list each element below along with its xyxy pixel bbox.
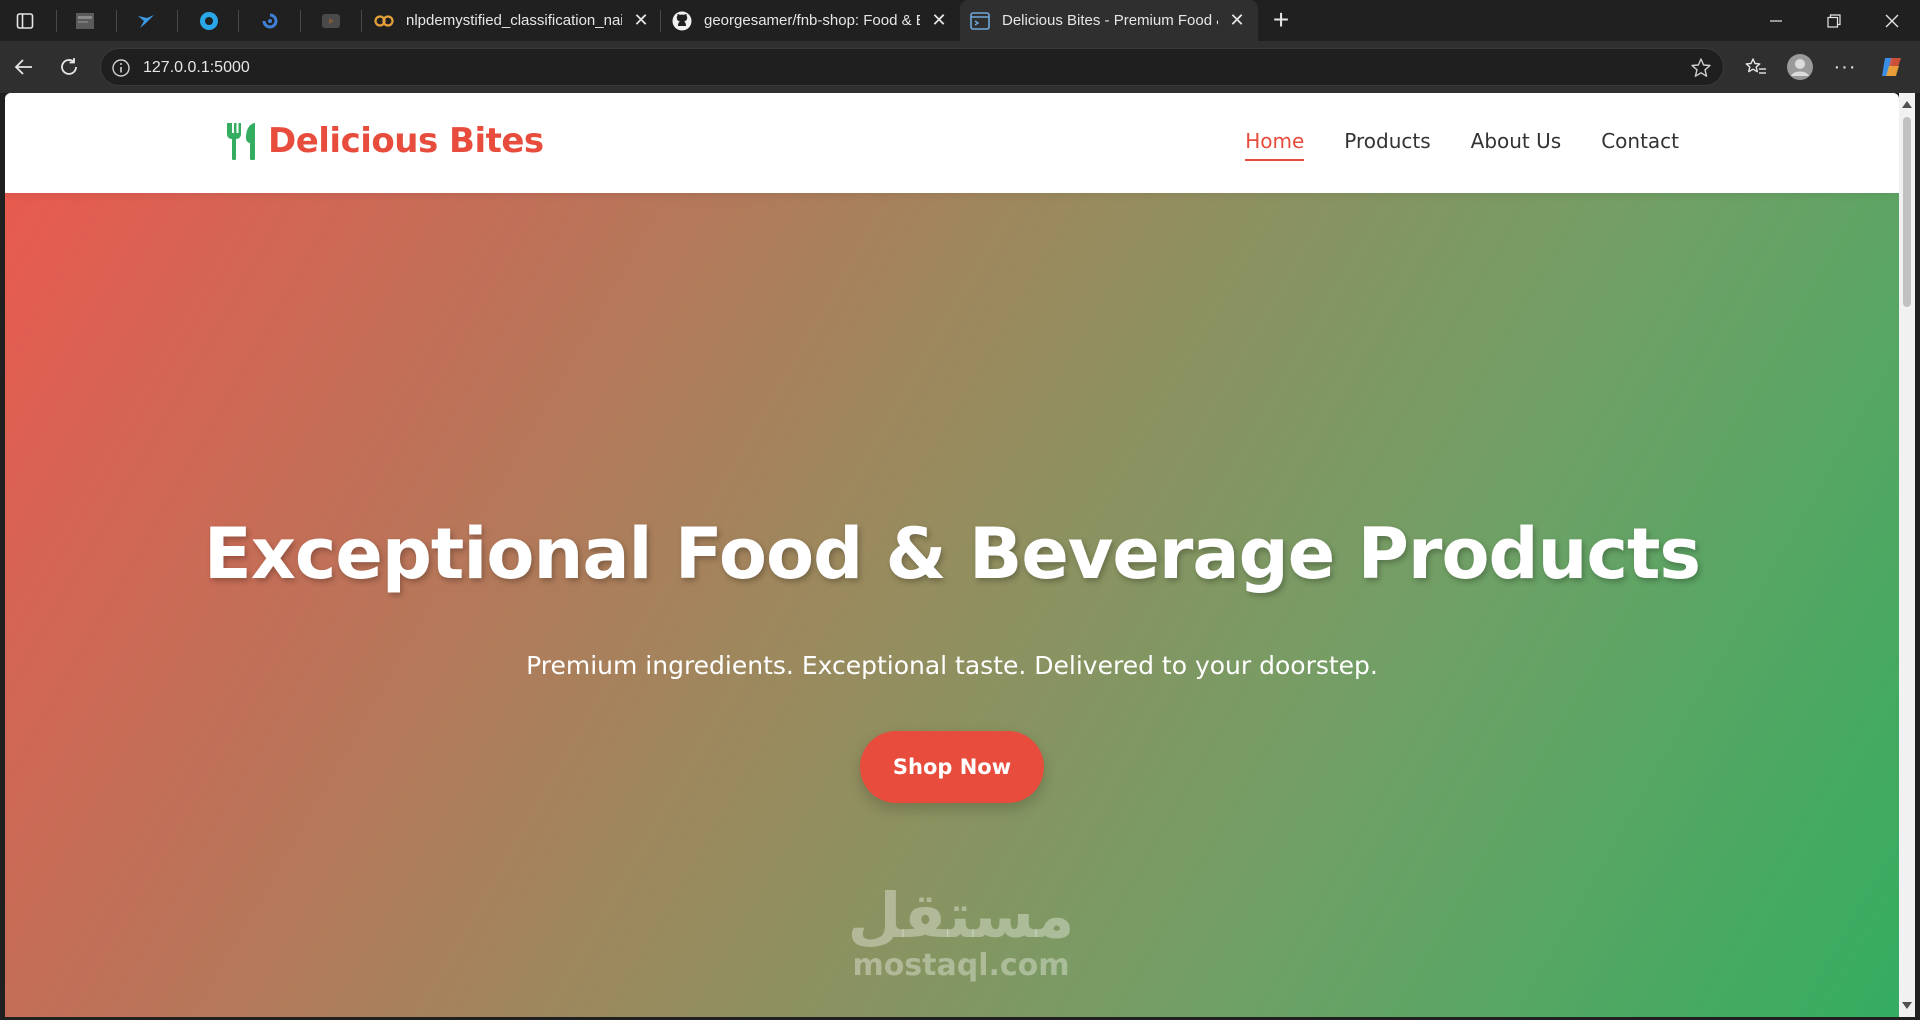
page-icon bbox=[970, 11, 990, 31]
page-viewport: Delicious Bites Home Products About Us C… bbox=[5, 93, 1899, 1017]
close-tab-icon[interactable]: ✕ bbox=[1226, 10, 1248, 32]
scrollbar-thumb[interactable] bbox=[1903, 117, 1911, 307]
watermark-latin: mostaql.com bbox=[852, 948, 1070, 983]
nav-products[interactable]: Products bbox=[1344, 129, 1430, 161]
copilot-icon[interactable] bbox=[1876, 51, 1908, 83]
circle-app-icon[interactable] bbox=[196, 8, 222, 34]
url-text: 127.0.0.1:5000 bbox=[143, 59, 250, 76]
hero-title: Exceptional Food & Beverage Products bbox=[203, 513, 1701, 595]
nav-contact[interactable]: Contact bbox=[1601, 129, 1679, 161]
video-app-icon[interactable] bbox=[318, 8, 344, 34]
sidebar-toggle-icon[interactable] bbox=[12, 8, 38, 34]
close-window-icon[interactable] bbox=[1864, 0, 1920, 41]
tab-colab[interactable]: nlpdemystified_classification_naiv ✕ bbox=[368, 0, 658, 41]
hero-section: Exceptional Food & Beverage Products Pre… bbox=[5, 193, 1899, 1017]
scroll-down-icon[interactable] bbox=[1902, 1002, 1912, 1009]
pinned-tab-icon[interactable] bbox=[72, 8, 98, 34]
utensils-icon bbox=[224, 121, 260, 161]
nav-home[interactable]: Home bbox=[1245, 129, 1305, 161]
brand-name: Delicious Bites bbox=[268, 121, 544, 161]
close-tab-icon[interactable]: ✕ bbox=[630, 10, 652, 32]
address-bar[interactable]: 127.0.0.1:5000 bbox=[100, 48, 1724, 86]
site-logo[interactable]: Delicious Bites bbox=[224, 121, 544, 161]
new-tab-button[interactable]: + bbox=[1267, 6, 1295, 35]
github-icon bbox=[672, 11, 692, 31]
favorite-star-icon[interactable] bbox=[1689, 56, 1713, 80]
main-nav: Home Products About Us Contact bbox=[1245, 129, 1679, 161]
profile-avatar-icon[interactable] bbox=[1784, 51, 1816, 83]
scroll-up-icon[interactable] bbox=[1902, 101, 1912, 108]
refresh-icon[interactable] bbox=[53, 51, 85, 83]
minimize-icon[interactable] bbox=[1748, 0, 1804, 41]
browser-toolbar: 127.0.0.1:5000 ··· bbox=[0, 41, 1920, 93]
tab-github[interactable]: georgesamer/fnb-shop: Food & B ✕ bbox=[666, 0, 956, 41]
nav-about[interactable]: About Us bbox=[1471, 129, 1562, 161]
favorites-icon[interactable] bbox=[1740, 51, 1772, 83]
swirl-app-icon[interactable] bbox=[257, 8, 283, 34]
more-options-icon[interactable]: ··· bbox=[1829, 51, 1861, 83]
watermark-arabic: مستقل bbox=[847, 879, 1075, 952]
tab-title: georgesamer/fnb-shop: Food & B bbox=[704, 12, 920, 29]
back-icon[interactable] bbox=[8, 51, 40, 83]
browser-tab-bar: nlpdemystified_classification_naiv ✕ geo… bbox=[0, 0, 1920, 41]
page-scrollbar[interactable] bbox=[1899, 93, 1915, 1017]
close-tab-icon[interactable]: ✕ bbox=[928, 10, 950, 32]
hero-subtitle: Premium ingredients. Exceptional taste. … bbox=[526, 651, 1378, 680]
site-header: Delicious Bites Home Products About Us C… bbox=[5, 93, 1899, 193]
tab-delicious-bites[interactable]: Delicious Bites - Premium Food & ✕ bbox=[960, 0, 1258, 41]
site-info-icon[interactable] bbox=[111, 58, 131, 78]
shop-now-button[interactable]: Shop Now bbox=[860, 731, 1044, 803]
tab-title: Delicious Bites - Premium Food & bbox=[1002, 12, 1218, 29]
colab-icon bbox=[374, 11, 394, 31]
bird-app-icon[interactable] bbox=[133, 8, 159, 34]
tab-title: nlpdemystified_classification_naiv bbox=[406, 12, 622, 29]
restore-icon[interactable] bbox=[1806, 0, 1862, 41]
watermark: مستقل mostaql.com bbox=[831, 883, 1091, 993]
